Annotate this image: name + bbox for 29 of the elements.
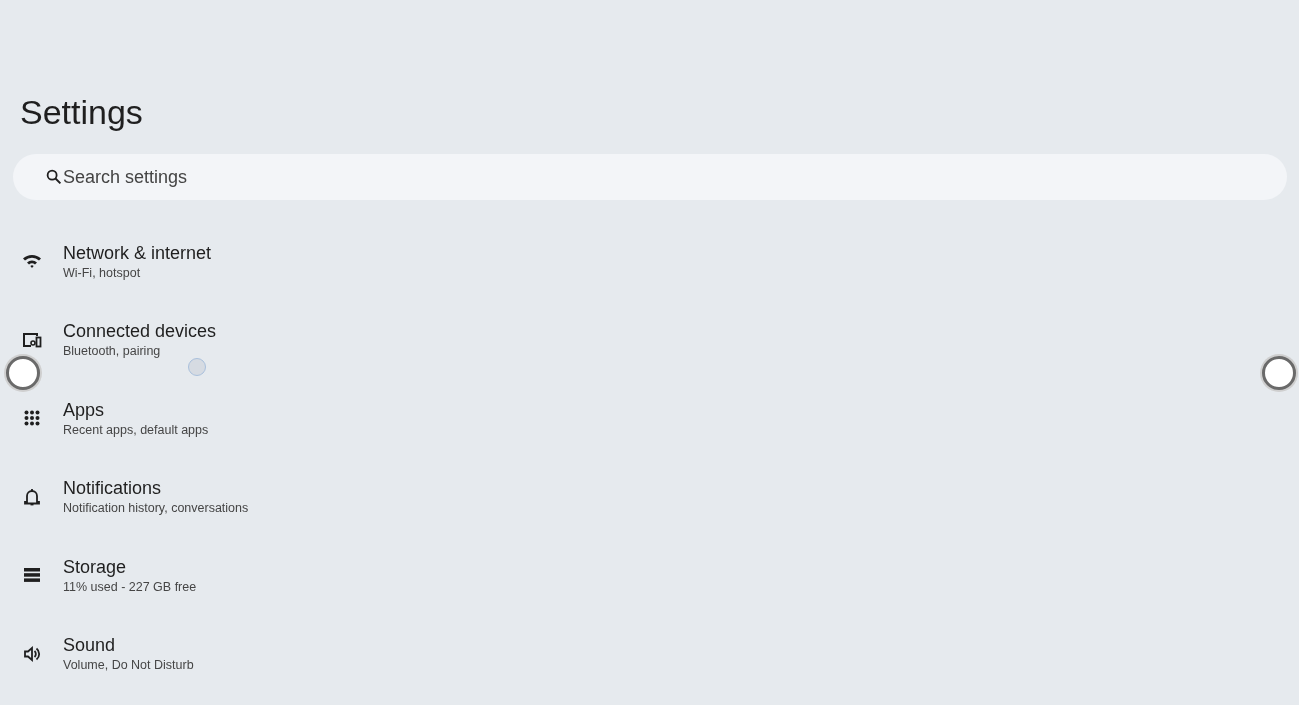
settings-item[interactable]: Storage 11% used - 227 GB free: [0, 540, 1299, 619]
edge-handle[interactable]: [1262, 356, 1296, 390]
settings-item[interactable]: Apps Recent apps, default apps: [0, 383, 1299, 462]
item-title: Connected devices: [63, 320, 217, 343]
item-title: Apps: [63, 398, 106, 421]
item-title: Sound: [63, 634, 117, 657]
settings-item[interactable]: Network & internet Wi-Fi, hotspot: [0, 226, 1299, 305]
settings-item[interactable]: Notifications Notification history, conversations: [0, 461, 1299, 540]
item-subtitle: Wi-Fi, hotspot: [63, 264, 142, 281]
item-subtitle: 11% used - 227 GB free: [63, 578, 197, 595]
speaker-icon: [22, 645, 41, 662]
wifi-icon: [21, 253, 42, 270]
search-field[interactable]: Search settings: [13, 154, 1287, 200]
storage-icon: [22, 567, 41, 584]
item-title: Notifications: [63, 477, 163, 500]
item-subtitle: Notification history, conversations: [63, 500, 249, 517]
item-subtitle: Bluetooth, pairing: [63, 343, 162, 360]
item-title: Storage: [63, 555, 128, 578]
item-subtitle: Volume, Do Not Disturb: [63, 657, 194, 674]
grid-icon: [23, 410, 40, 427]
edge-handle[interactable]: [6, 356, 40, 390]
devices-icon: [21, 331, 42, 348]
page-title: Settings: [20, 92, 144, 132]
bell-icon: [23, 487, 40, 506]
settings-item[interactable]: Connected devices Bluetooth, pairing: [0, 304, 1299, 383]
settings-item[interactable]: Sound Volume, Do Not Disturb: [0, 618, 1299, 697]
touch-indicator: [188, 358, 206, 376]
item-subtitle: Recent apps, default apps: [63, 421, 209, 438]
item-title: Network & internet: [63, 241, 212, 264]
